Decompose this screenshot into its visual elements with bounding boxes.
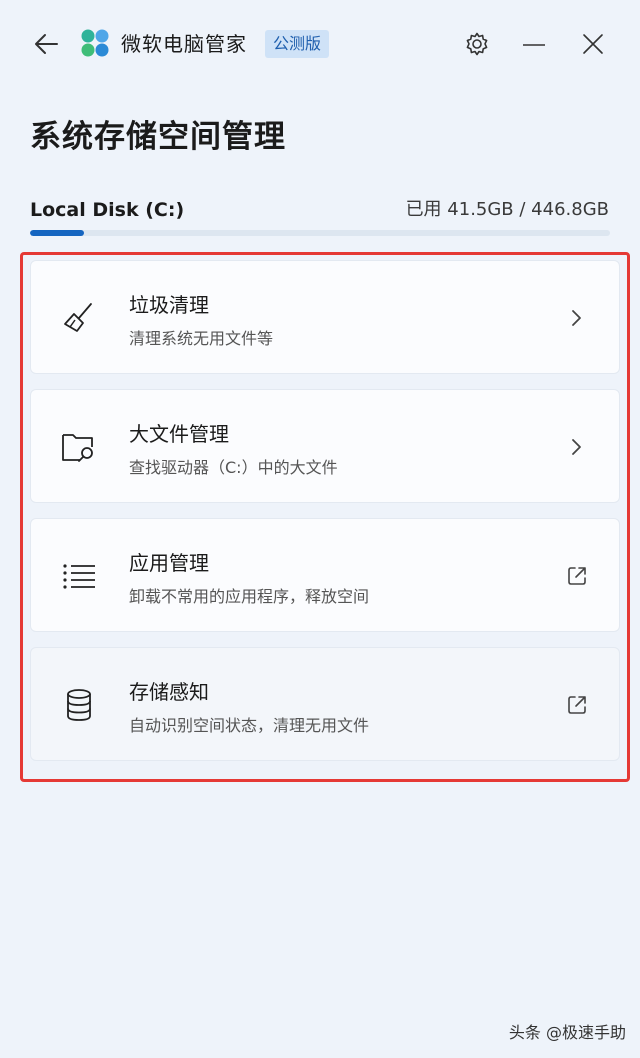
pc-manager-logo [81,29,109,57]
card-title: 应用管理 [129,551,209,575]
external-link-icon [565,564,589,588]
app-name: 微软电脑管家 [121,32,247,56]
large-files-card[interactable]: 大文件管理 查找驱动器（C:）中的大文件 [30,389,620,503]
external-link-icon [565,693,589,717]
card-title: 大文件管理 [129,422,229,446]
beta-badge: 公测版 [265,30,330,58]
close-button[interactable] [575,26,611,62]
card-title: 存储感知 [129,680,209,704]
card-description: 卸载不常用的应用程序，释放空间 [129,587,370,606]
gear-icon [466,32,488,56]
storage-tools-list: 垃圾清理 清理系统无用文件等 大文件管理 查找驱动器（C:）中的大文件 应用管理… [30,260,620,776]
watermark: 头条 @极速手助 [508,1023,626,1042]
disk-tab[interactable]: Local Disk (C:) [30,196,184,224]
arrow-left-icon [35,34,58,54]
settings-button[interactable] [459,26,495,62]
junk-cleanup-card[interactable]: 垃圾清理 清理系统无用文件等 [30,260,620,374]
title-bar: 微软电脑管家 公测版 [0,0,640,88]
storage-sense-card[interactable]: 存储感知 自动识别空间状态，清理无用文件 [30,647,620,761]
page-title: 系统存储空间管理 [30,119,286,155]
card-description: 查找驱动器（C:）中的大文件 [129,458,338,477]
disk-usage-bar [30,230,610,236]
list-icon [59,556,99,596]
disk-usage-label: 已用 41.5GB / 446.8GB [405,199,609,220]
card-description: 清理系统无用文件等 [129,329,274,348]
broom-icon [59,298,99,338]
card-description: 自动识别空间状态，清理无用文件 [129,716,370,735]
minimize-icon [523,44,545,46]
minimize-button[interactable] [516,26,552,62]
disk-usage-fill [30,230,84,236]
database-icon [59,685,99,725]
card-title: 垃圾清理 [129,293,209,317]
chevron-right-icon [565,435,589,459]
folder-search-icon [59,427,99,467]
close-icon [583,34,603,54]
app-management-card[interactable]: 应用管理 卸载不常用的应用程序，释放空间 [30,518,620,632]
chevron-right-icon [565,306,589,330]
back-button[interactable] [28,26,64,62]
